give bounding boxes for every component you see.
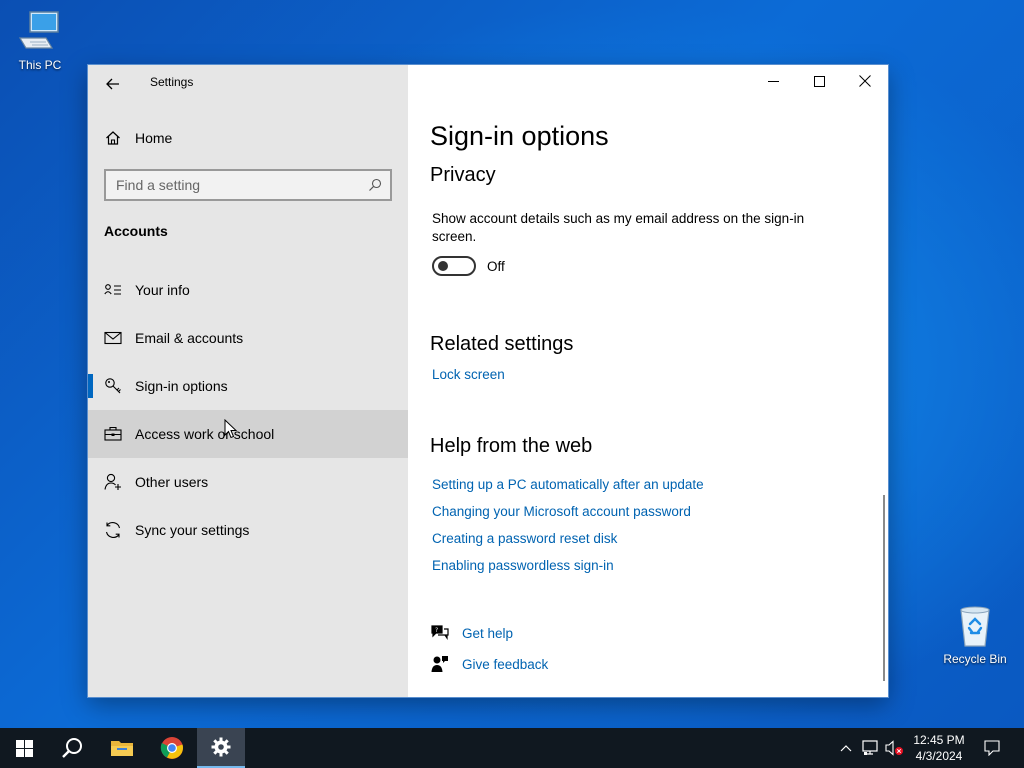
help-section-title: Help from the web	[430, 435, 593, 457]
app-title: Settings	[150, 75, 194, 89]
page-title: Sign-in options	[430, 121, 609, 151]
clock-date: 4/3/2024	[915, 749, 963, 763]
taskbar-search-button[interactable]	[48, 728, 96, 768]
search-input[interactable]	[106, 172, 356, 198]
chevron-up-icon	[840, 745, 852, 752]
back-arrow-icon	[106, 78, 119, 90]
mouse-cursor-icon	[224, 419, 238, 439]
back-button[interactable]	[100, 71, 126, 97]
action-center-button[interactable]	[978, 728, 1006, 768]
show-hidden-icons-button[interactable]	[836, 728, 856, 768]
toggle-knob	[438, 261, 448, 271]
start-button[interactable]	[0, 728, 48, 768]
search-icon	[62, 738, 82, 758]
section-heading: Accounts	[104, 223, 168, 239]
sidebar: Settings Home Accounts	[88, 65, 408, 697]
home-icon	[104, 129, 122, 147]
give-feedback-link[interactable]: Give feedback	[430, 654, 548, 674]
toggle-state-label: Off	[487, 259, 505, 274]
sidebar-item-access-work-school[interactable]: Access work or school	[88, 410, 408, 458]
settings-window: Settings Home Accounts	[88, 65, 888, 697]
lock-screen-link[interactable]: Lock screen	[432, 367, 505, 382]
scrollbar[interactable]	[883, 495, 885, 681]
sidebar-item-label: Email & accounts	[135, 330, 244, 346]
volume-tray-button[interactable]	[884, 728, 906, 768]
privacy-description: Show account details such as my email ad…	[432, 211, 805, 244]
sidebar-item-your-info[interactable]: Your info	[88, 266, 408, 314]
taskbar-settings[interactable]	[197, 728, 245, 768]
get-help-link[interactable]: ? Get help	[430, 623, 513, 643]
sidebar-item-sync-settings[interactable]: Sync your settings	[88, 506, 408, 554]
sidebar-item-label: Your info	[135, 282, 190, 298]
clock-time: 12:45 PM	[913, 733, 965, 747]
svg-text:?: ?	[435, 627, 438, 634]
notification-icon	[984, 740, 1000, 756]
recycle-bin-icon	[951, 602, 999, 650]
taskbar: 12:45 PM 4/3/2024	[0, 728, 1024, 768]
show-account-details-toggle[interactable]	[432, 256, 476, 276]
help-link-reset-disk[interactable]: Creating a password reset disk	[432, 531, 617, 546]
search-icon	[369, 178, 382, 191]
briefcase-icon	[104, 425, 122, 443]
sidebar-item-label: Sign-in options	[135, 378, 228, 394]
network-icon	[862, 740, 878, 755]
sidebar-item-home[interactable]: Home	[88, 120, 408, 156]
taskbar-clock[interactable]: 12:45 PM 4/3/2024	[906, 732, 972, 764]
taskbar-file-explorer[interactable]	[98, 728, 146, 768]
contact-card-icon	[104, 281, 122, 299]
sidebar-item-other-users[interactable]: Other users	[88, 458, 408, 506]
desktop-icon-recycle-bin[interactable]: Recycle Bin	[935, 602, 1015, 666]
feedback-icon	[430, 654, 450, 674]
related-settings-title: Related settings	[430, 333, 574, 355]
sidebar-item-email-accounts[interactable]: Email & accounts	[88, 314, 408, 362]
help-link-change-password[interactable]: Changing your Microsoft account password	[432, 504, 691, 519]
main-content: Sign-in options Privacy Show account det…	[408, 65, 888, 697]
mail-icon	[104, 329, 122, 347]
volume-muted-icon	[885, 740, 903, 756]
give-feedback-label: Give feedback	[462, 656, 549, 672]
desktop-icon-label: This PC	[18, 58, 62, 72]
help-link-setup-pc[interactable]: Setting up a PC automatically after an u…	[432, 477, 704, 492]
folder-icon	[111, 741, 133, 756]
sidebar-item-label: Sync your settings	[135, 522, 250, 538]
sync-icon	[104, 521, 122, 539]
desktop-icon-this-pc[interactable]: This PC	[0, 8, 80, 72]
chrome-icon	[160, 737, 183, 759]
key-icon	[104, 377, 122, 395]
sidebar-item-label: Other users	[135, 474, 209, 490]
sidebar-item-label: Home	[135, 130, 173, 146]
computer-icon	[16, 8, 64, 56]
search-box[interactable]	[104, 169, 392, 201]
sidebar-item-sign-in-options[interactable]: Sign-in options	[88, 362, 408, 410]
get-help-label: Get help	[462, 625, 514, 641]
sidebar-item-label: Access work or school	[135, 426, 275, 442]
privacy-section-title: Privacy	[430, 164, 496, 186]
help-link-passwordless[interactable]: Enabling passwordless sign-in	[432, 558, 614, 573]
desktop-icon-label: Recycle Bin	[943, 652, 1007, 666]
chat-help-icon: ?	[430, 623, 450, 643]
person-add-icon	[104, 473, 122, 491]
gear-icon	[211, 737, 231, 757]
network-tray-button[interactable]	[860, 728, 882, 768]
windows-logo-icon	[15, 739, 33, 757]
taskbar-chrome[interactable]	[148, 728, 196, 768]
